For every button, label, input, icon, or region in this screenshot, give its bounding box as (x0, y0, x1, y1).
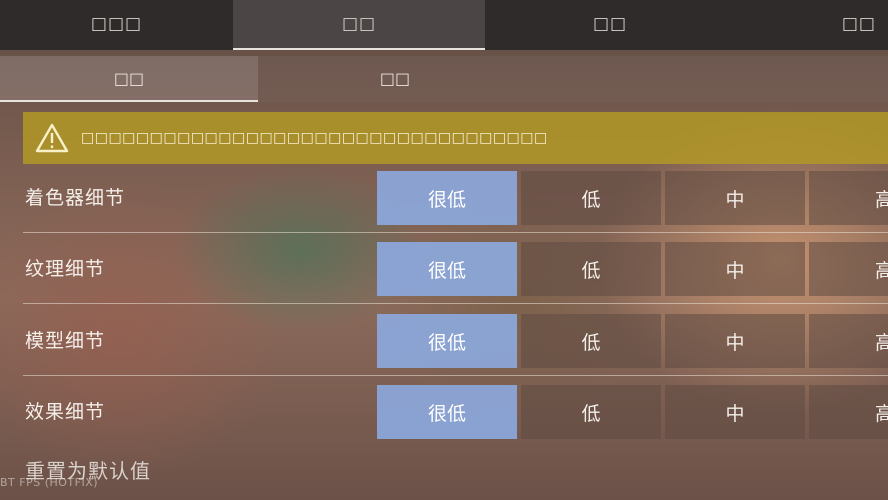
option-very-low-selected[interactable]: 很低 (377, 242, 517, 296)
option-high-label: 高 (874, 259, 888, 282)
option-medium[interactable]: 中 (665, 314, 805, 368)
option-low[interactable]: 低 (521, 171, 661, 225)
row-divider (23, 375, 888, 376)
option-low[interactable]: 低 (521, 314, 661, 368)
option-high[interactable]: 高 (809, 242, 888, 296)
option-very-low-selected[interactable]: 很低 (377, 314, 517, 368)
setting-label: 模型细节 (25, 330, 106, 352)
option-medium[interactable]: 中 (665, 385, 805, 439)
option-high-label: 高 (874, 331, 888, 354)
sub-tab-bar: □□ □□ (0, 56, 888, 102)
option-low[interactable]: 低 (521, 385, 661, 439)
top-tab-4[interactable]: □□ (735, 0, 888, 50)
setting-label: 纹理细节 (25, 258, 106, 280)
warning-triangle-icon (23, 123, 81, 153)
setting-label: 着色器细节 (25, 187, 126, 209)
setting-row-effect-detail: 效果细节 很低 低 中 高 (23, 385, 888, 439)
fps-overlay: BT FPS (HOTFIX) (0, 476, 99, 489)
top-tab-1[interactable]: □□□ (0, 0, 233, 50)
option-high[interactable]: 高 (809, 385, 888, 439)
setting-row-texture-detail: 纹理细节 很低 低 中 高 (23, 242, 888, 304)
warning-text: □□□□□□□□□□□□□□□□□□□□□□□□□□□□□□□□□□ (81, 130, 548, 146)
top-tab-3[interactable]: □□ (485, 0, 735, 50)
option-medium[interactable]: 中 (665, 171, 805, 225)
row-divider (23, 303, 888, 304)
top-tab-bar: □□□ □□ □□ □□ (0, 0, 888, 50)
option-high[interactable]: 高 (809, 314, 888, 368)
sub-tab-2[interactable]: □□ (258, 56, 532, 102)
setting-row-shader-detail: 着色器细节 很低 低 中 高 (23, 171, 888, 233)
option-very-low-selected[interactable]: 很低 (377, 171, 517, 225)
option-very-low-selected[interactable]: 很低 (377, 385, 517, 439)
setting-label: 效果细节 (25, 401, 106, 423)
setting-row-model-detail: 模型细节 很低 低 中 高 (23, 314, 888, 376)
warning-banner: □□□□□□□□□□□□□□□□□□□□□□□□□□□□□□□□□□ (23, 112, 888, 164)
option-medium[interactable]: 中 (665, 242, 805, 296)
option-low[interactable]: 低 (521, 242, 661, 296)
option-high-label: 高 (874, 402, 888, 425)
sub-tab-1-active[interactable]: □□ (0, 56, 258, 102)
row-divider (23, 232, 888, 233)
option-high[interactable]: 高 (809, 171, 888, 225)
option-high-label: 高 (874, 188, 888, 211)
top-tab-2-active[interactable]: □□ (233, 0, 485, 50)
